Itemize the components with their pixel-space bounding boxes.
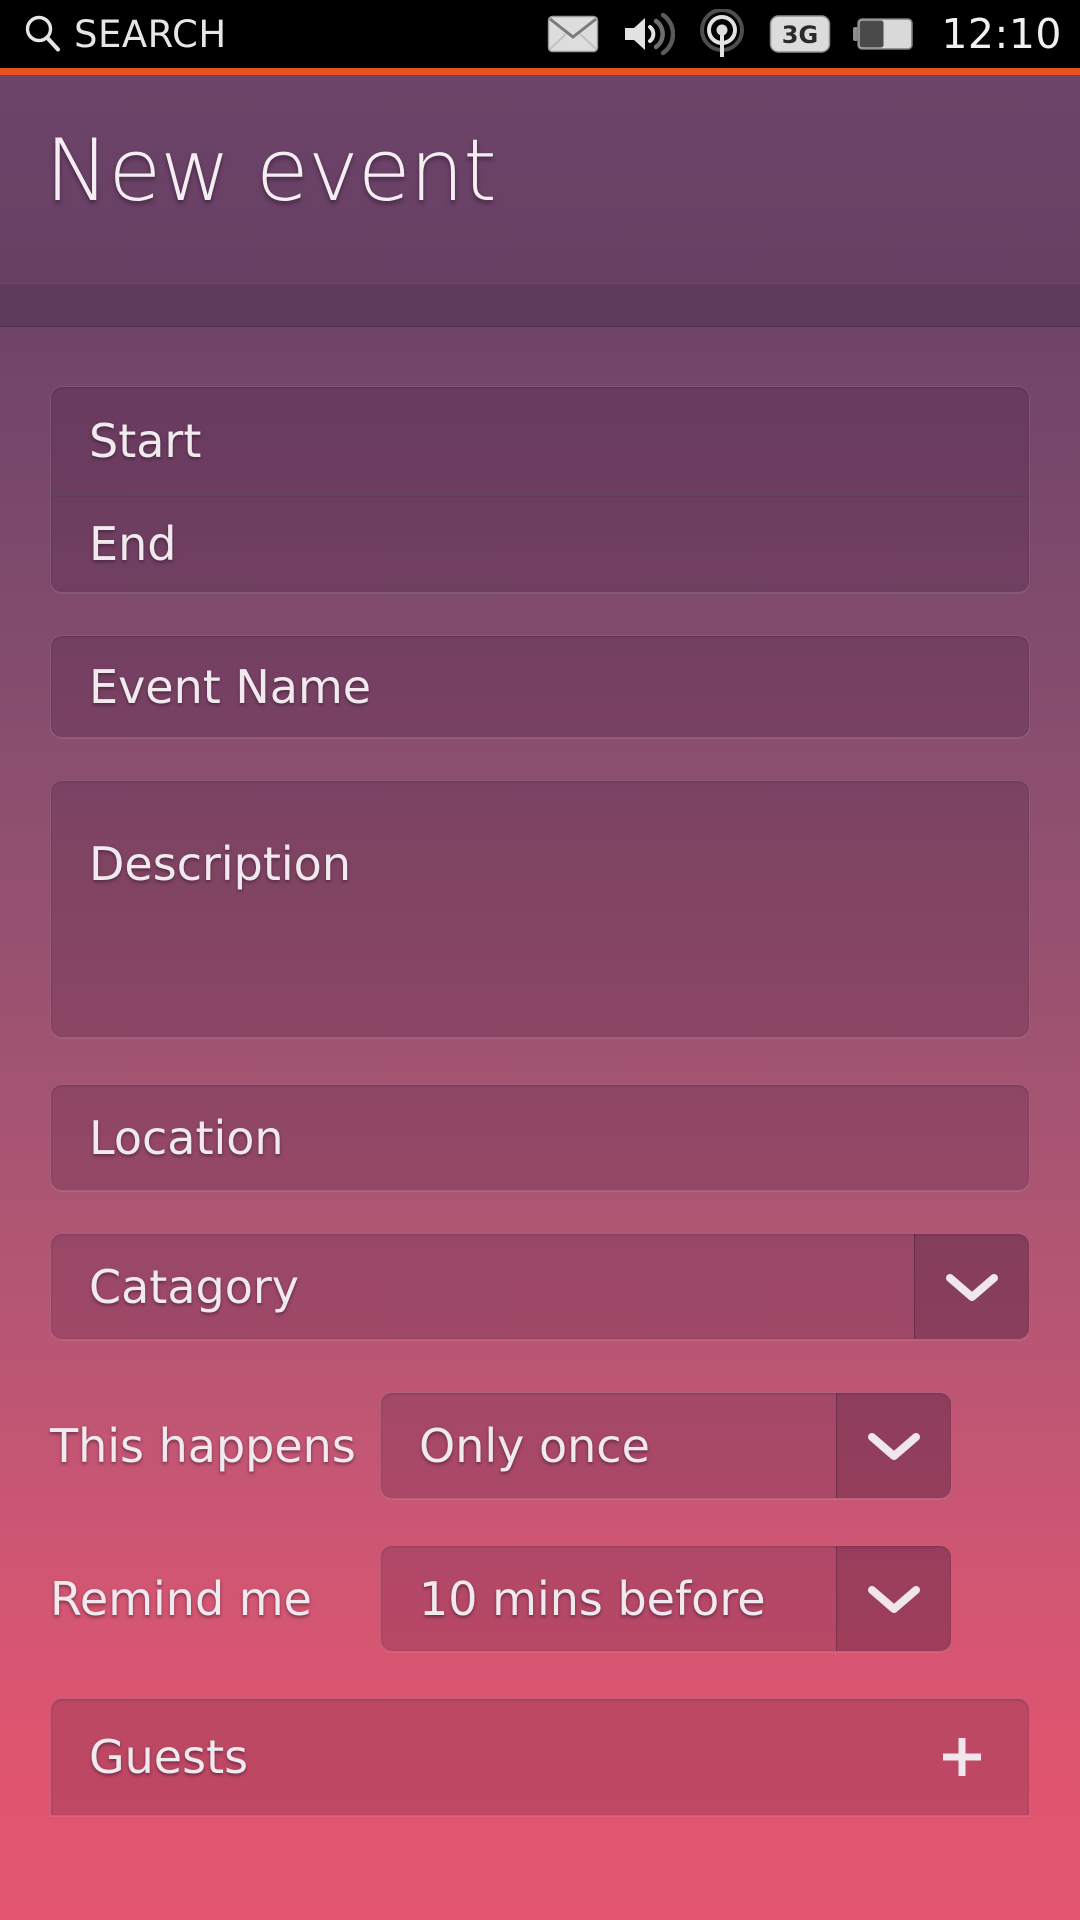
network-3g-label: 3G [782, 21, 818, 49]
reminder-dropdown-button[interactable] [836, 1546, 951, 1651]
status-bar: SEARCH 3G 12:10 [0, 0, 1080, 68]
volume-icon[interactable] [621, 12, 676, 56]
event-form: Start End Event Name Description Locatio… [0, 330, 1080, 1816]
end-label: End [89, 516, 177, 571]
recurrence-value[interactable]: Only once [381, 1393, 836, 1498]
page-title: New event [45, 121, 497, 221]
chevron-down-icon [862, 1426, 926, 1466]
cellular-signal-icon[interactable] [697, 9, 747, 59]
reminder-value-text: 10 mins before [419, 1571, 766, 1626]
reminder-select[interactable]: 10 mins before [380, 1545, 952, 1652]
event-name-field[interactable]: Event Name [50, 635, 1030, 738]
recurrence-row: This happens Only once [50, 1392, 1030, 1499]
search-label: SEARCH [74, 12, 227, 56]
end-field[interactable]: End [50, 494, 1030, 593]
start-label: Start [89, 413, 202, 468]
network-3g-icon[interactable]: 3G [769, 14, 831, 54]
start-field[interactable]: Start [50, 386, 1030, 495]
plus-icon[interactable] [935, 1730, 989, 1784]
phone-screen: SEARCH 3G 12:10 New event Start End Even… [0, 0, 1080, 1920]
status-icons: 3G 12:10 [547, 0, 1062, 68]
chevron-down-icon [862, 1579, 926, 1619]
guests-label: Guests [89, 1730, 249, 1784]
battery-icon[interactable] [853, 14, 915, 54]
location-field[interactable]: Location [50, 1084, 1030, 1191]
reminder-label: Remind me [50, 1571, 312, 1626]
reminder-row: Remind me 10 mins before [50, 1545, 1030, 1652]
event-name-label: Event Name [89, 659, 372, 714]
category-dropdown-button[interactable] [914, 1234, 1029, 1339]
status-clock: 12:10 [941, 10, 1062, 58]
recurrence-value-text: Only once [419, 1418, 650, 1473]
app-header: New event [0, 75, 1080, 283]
recurrence-select[interactable]: Only once [380, 1392, 952, 1499]
search-icon[interactable] [22, 13, 64, 55]
recurrence-dropdown-button[interactable] [836, 1393, 951, 1498]
description-field[interactable]: Description [50, 780, 1030, 1038]
category-value[interactable]: Catagory [51, 1234, 914, 1339]
chevron-down-icon [940, 1267, 1004, 1307]
category-select[interactable]: Catagory [50, 1233, 1030, 1340]
datetime-group: Start End [50, 386, 1030, 593]
search-area[interactable]: SEARCH [22, 13, 227, 56]
guests-field[interactable]: Guests [50, 1698, 1030, 1816]
recurrence-label: This happens [50, 1418, 356, 1473]
category-label: Catagory [89, 1259, 300, 1314]
description-label: Description [89, 837, 351, 891]
message-icon[interactable] [547, 14, 599, 54]
header-sub-band [0, 283, 1080, 327]
accent-divider [0, 68, 1080, 75]
reminder-value[interactable]: 10 mins before [381, 1546, 836, 1651]
location-label: Location [89, 1110, 284, 1165]
